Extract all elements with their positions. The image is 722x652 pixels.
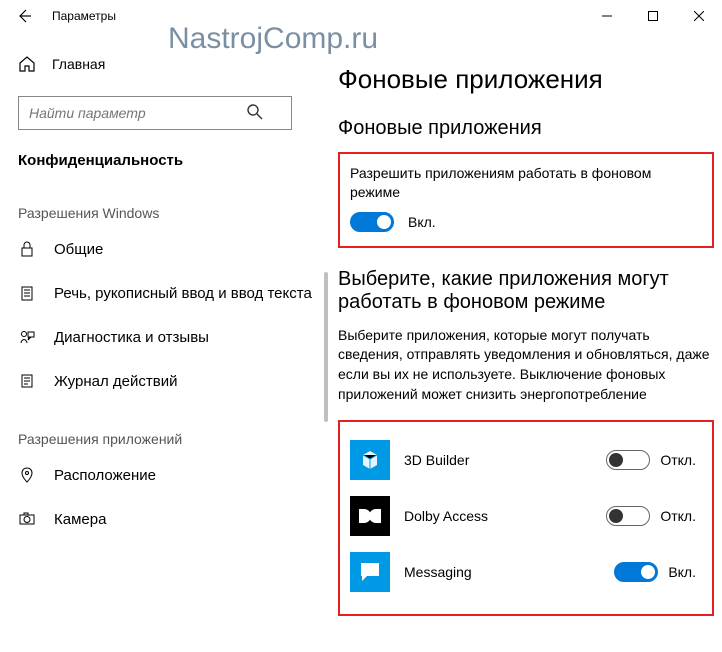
section-choose-apps: Выберите, какие приложения могут работат…	[338, 268, 714, 314]
sidebar-item-label: Речь, рукописный ввод и ввод текста	[54, 285, 312, 302]
history-icon	[18, 372, 36, 390]
app-list: 3D Builder Откл. Dolby Access Откл.	[350, 432, 702, 600]
app-icon-messaging	[350, 552, 390, 592]
app-toggle-dolby[interactable]	[606, 506, 650, 526]
sidebar-home[interactable]: Главная	[0, 44, 330, 84]
home-icon	[18, 55, 36, 73]
sidebar-home-label: Главная	[52, 56, 105, 72]
minimize-button[interactable]	[584, 0, 630, 32]
sidebar-item-activity[interactable]: Журнал действий	[0, 359, 330, 403]
feedback-icon	[18, 328, 36, 346]
close-button[interactable]	[676, 0, 722, 32]
app-row-3d-builder: 3D Builder Откл.	[350, 432, 702, 488]
sidebar-item-speech[interactable]: Речь, рукописный ввод и ввод текста	[0, 271, 330, 315]
search-icon[interactable]	[246, 103, 264, 121]
highlight-master-toggle: Разрешить приложениям работать в фоновом…	[338, 152, 714, 248]
maximize-button[interactable]	[630, 0, 676, 32]
clipboard-icon	[18, 284, 36, 302]
app-toggle-state: Вкл.	[668, 564, 696, 580]
sidebar-current-section: Конфиденциальность	[0, 130, 330, 177]
scrollbar-thumb[interactable]	[324, 272, 328, 422]
app-row-dolby: Dolby Access Откл.	[350, 488, 702, 544]
sidebar-group-app-perms: Разрешения приложений	[0, 403, 330, 453]
app-icon-3dbuilder	[350, 440, 390, 480]
app-toggle-3d-builder[interactable]	[606, 450, 650, 470]
sidebar: Главная Конфиденциальность Разрешения Wi…	[0, 32, 330, 629]
location-icon	[18, 466, 36, 484]
app-name: Dolby Access	[404, 508, 592, 524]
sidebar-scrollbar[interactable]	[316, 202, 330, 652]
sidebar-item-label: Камера	[54, 511, 106, 528]
sidebar-item-label: Общие	[54, 241, 103, 258]
sidebar-item-label: Журнал действий	[54, 373, 177, 390]
app-toggle-messaging[interactable]	[614, 562, 658, 582]
highlight-app-list: 3D Builder Откл. Dolby Access Откл.	[338, 420, 714, 616]
camera-icon	[18, 510, 36, 528]
app-name: 3D Builder	[404, 452, 592, 468]
app-name: Messaging	[404, 564, 600, 580]
lock-icon	[18, 240, 36, 258]
main-content: Фоновые приложения Фоновые приложения Ра…	[330, 32, 722, 629]
section-bg-apps: Фоновые приложения	[338, 117, 714, 140]
master-toggle-state: Вкл.	[408, 214, 436, 230]
back-button[interactable]	[8, 0, 40, 32]
search-wrap	[18, 96, 312, 130]
master-toggle-description: Разрешить приложениям работать в фоновом…	[350, 164, 702, 202]
master-toggle[interactable]	[350, 212, 394, 232]
window-title: Параметры	[52, 9, 116, 23]
app-row-messaging: Messaging Вкл.	[350, 544, 702, 600]
titlebar: Параметры	[0, 0, 722, 32]
app-icon-dolby	[350, 496, 390, 536]
sidebar-item-camera[interactable]: Камера	[0, 497, 330, 541]
sidebar-group-windows-perms: Разрешения Windows	[0, 177, 330, 227]
section-description: Выберите приложения, которые могут получ…	[338, 326, 714, 404]
app-toggle-state: Откл.	[660, 508, 696, 524]
sidebar-item-location[interactable]: Расположение	[0, 453, 330, 497]
app-toggle-state: Откл.	[660, 452, 696, 468]
sidebar-item-diagnostics[interactable]: Диагностика и отзывы	[0, 315, 330, 359]
sidebar-item-label: Диагностика и отзывы	[54, 329, 209, 346]
sidebar-item-general[interactable]: Общие	[0, 227, 330, 271]
sidebar-item-label: Расположение	[54, 467, 156, 484]
page-title: Фоновые приложения	[338, 64, 714, 95]
